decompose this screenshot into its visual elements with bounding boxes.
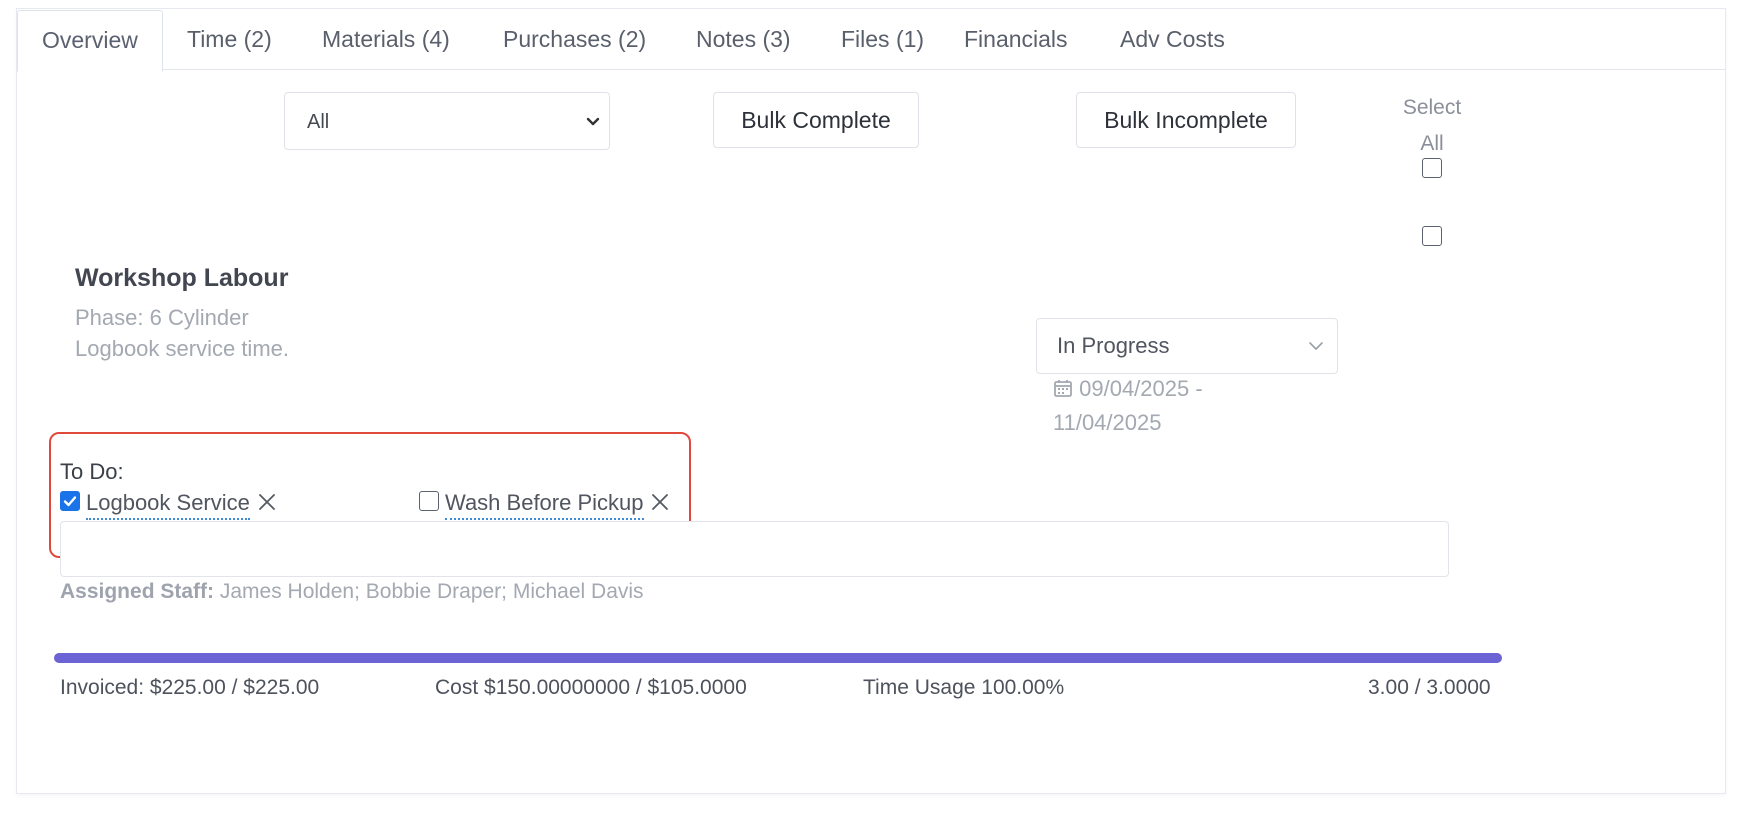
select-all-label: Select All bbox=[1392, 90, 1472, 162]
filter-select[interactable]: All bbox=[284, 92, 610, 150]
todo-checkbox-logbook-service[interactable] bbox=[60, 491, 80, 511]
task-date-start: 09/04/2025 - bbox=[1079, 376, 1203, 401]
todo-label: To Do: bbox=[60, 459, 124, 484]
tab-financials[interactable]: Financials bbox=[964, 9, 1068, 69]
hours-summary: 3.00 / 3.0000 bbox=[1368, 676, 1491, 699]
assigned-staff-names: James Holden; Bobbie Draper; Michael Dav… bbox=[219, 580, 644, 603]
bulk-complete-button[interactable]: Bulk Complete bbox=[713, 92, 919, 148]
task-description: Logbook service time. bbox=[75, 336, 289, 361]
time-usage-progress-fill bbox=[54, 653, 1502, 663]
todo-new-item-input[interactable] bbox=[60, 521, 1449, 577]
calendar-icon bbox=[1054, 380, 1072, 397]
time-usage-progress-bar bbox=[54, 653, 1502, 663]
select-all-label-line2: All bbox=[1420, 132, 1444, 155]
assigned-staff: Assigned Staff: James Holden; Bobbie Dra… bbox=[60, 580, 644, 604]
invoiced-summary: Invoiced: $225.00 / $225.00 bbox=[60, 676, 320, 699]
select-all-checkbox[interactable] bbox=[1422, 158, 1442, 178]
select-all-label-line1: Select bbox=[1402, 96, 1462, 119]
chevron-down-icon bbox=[1309, 342, 1323, 350]
task-title: Workshop Labour bbox=[75, 264, 289, 292]
status-select[interactable]: In Progress bbox=[1036, 318, 1338, 374]
task-select-checkbox[interactable] bbox=[1422, 226, 1442, 246]
cost-summary: Cost $150.00000000 / $105.0000 bbox=[435, 676, 747, 699]
bulk-incomplete-button[interactable]: Bulk Incomplete bbox=[1076, 92, 1296, 148]
tab-materials[interactable]: Materials (4) bbox=[322, 9, 450, 69]
task-phase: Phase: 6 Cylinder bbox=[75, 305, 249, 330]
tab-notes[interactable]: Notes (3) bbox=[696, 9, 791, 69]
tab-bar: Overview Time (2) Materials (4) Purchase… bbox=[17, 9, 1725, 72]
task-date-range: 09/04/2025 - 11/04/2025 bbox=[1053, 372, 1203, 440]
tab-time[interactable]: Time (2) bbox=[187, 9, 272, 69]
close-icon[interactable] bbox=[651, 493, 669, 511]
tab-purchases[interactable]: Purchases (2) bbox=[503, 9, 646, 69]
chevron-down-icon bbox=[586, 117, 600, 126]
task-date-end: 11/04/2025 bbox=[1053, 410, 1162, 435]
check-icon bbox=[63, 496, 77, 507]
tab-overview[interactable]: Overview bbox=[17, 10, 163, 72]
filter-select-value: All bbox=[307, 111, 330, 133]
tab-files[interactable]: Files (1) bbox=[841, 9, 924, 69]
assigned-staff-label: Assigned Staff: bbox=[60, 580, 215, 603]
todo-item-logbook-service[interactable]: Logbook Service bbox=[86, 488, 250, 520]
time-usage-summary: Time Usage 100.00% bbox=[863, 676, 1065, 699]
close-icon[interactable] bbox=[258, 493, 276, 511]
todo-checkbox-wash-before-pickup[interactable] bbox=[419, 491, 439, 511]
status-select-value: In Progress bbox=[1057, 333, 1170, 358]
todo-item-wash-before-pickup[interactable]: Wash Before Pickup bbox=[445, 488, 644, 520]
tab-adv-costs[interactable]: Adv Costs bbox=[1120, 9, 1225, 69]
